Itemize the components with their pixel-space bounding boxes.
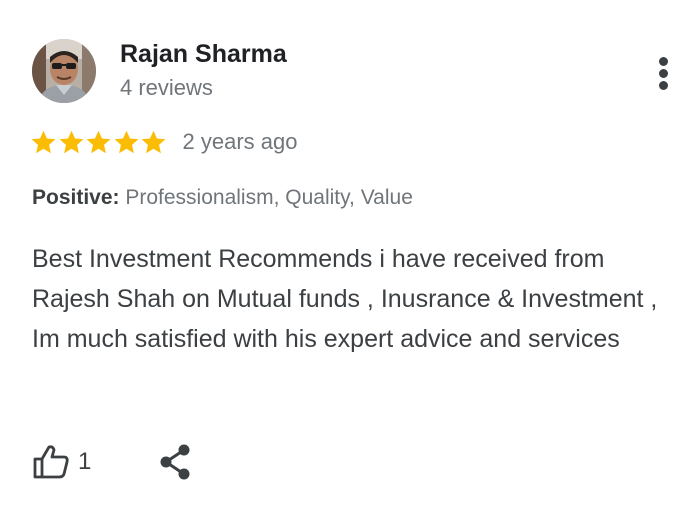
highlights-value: Professionalism, Quality, Value <box>119 186 413 209</box>
share-icon <box>160 444 190 480</box>
review-actions: 1 <box>32 440 193 484</box>
star-icon <box>140 129 167 156</box>
like-button[interactable]: 1 <box>32 444 91 480</box>
star-icon <box>30 129 57 156</box>
author-review-count: 4 reviews <box>120 75 213 100</box>
highlights-label: Positive: <box>32 186 120 209</box>
rating-row: 2 years ago <box>30 126 297 158</box>
share-button[interactable] <box>157 443 193 481</box>
star-icon <box>113 129 140 156</box>
star-icon <box>85 129 112 156</box>
more-vert-icon <box>659 57 668 66</box>
review-date: 2 years ago <box>182 129 298 154</box>
review-text: Best Investment Recommends i have receiv… <box>32 245 658 353</box>
thumb-up-outline-icon <box>33 445 69 479</box>
star-rating <box>30 129 168 156</box>
more-vert-icon-dot <box>659 81 668 90</box>
review-card: Rajan Sharma 4 reviews 2 years ago Posit… <box>0 0 699 505</box>
more-vert-icon-dot <box>659 69 668 78</box>
review-highlights: Positive: Professionalism, Quality, Valu… <box>32 186 413 210</box>
author-avatar[interactable] <box>32 39 96 103</box>
author-name[interactable]: Rajan Sharma <box>120 40 287 69</box>
more-options-button[interactable] <box>648 52 680 94</box>
star-icon <box>58 129 85 156</box>
like-count: 1 <box>78 448 92 475</box>
